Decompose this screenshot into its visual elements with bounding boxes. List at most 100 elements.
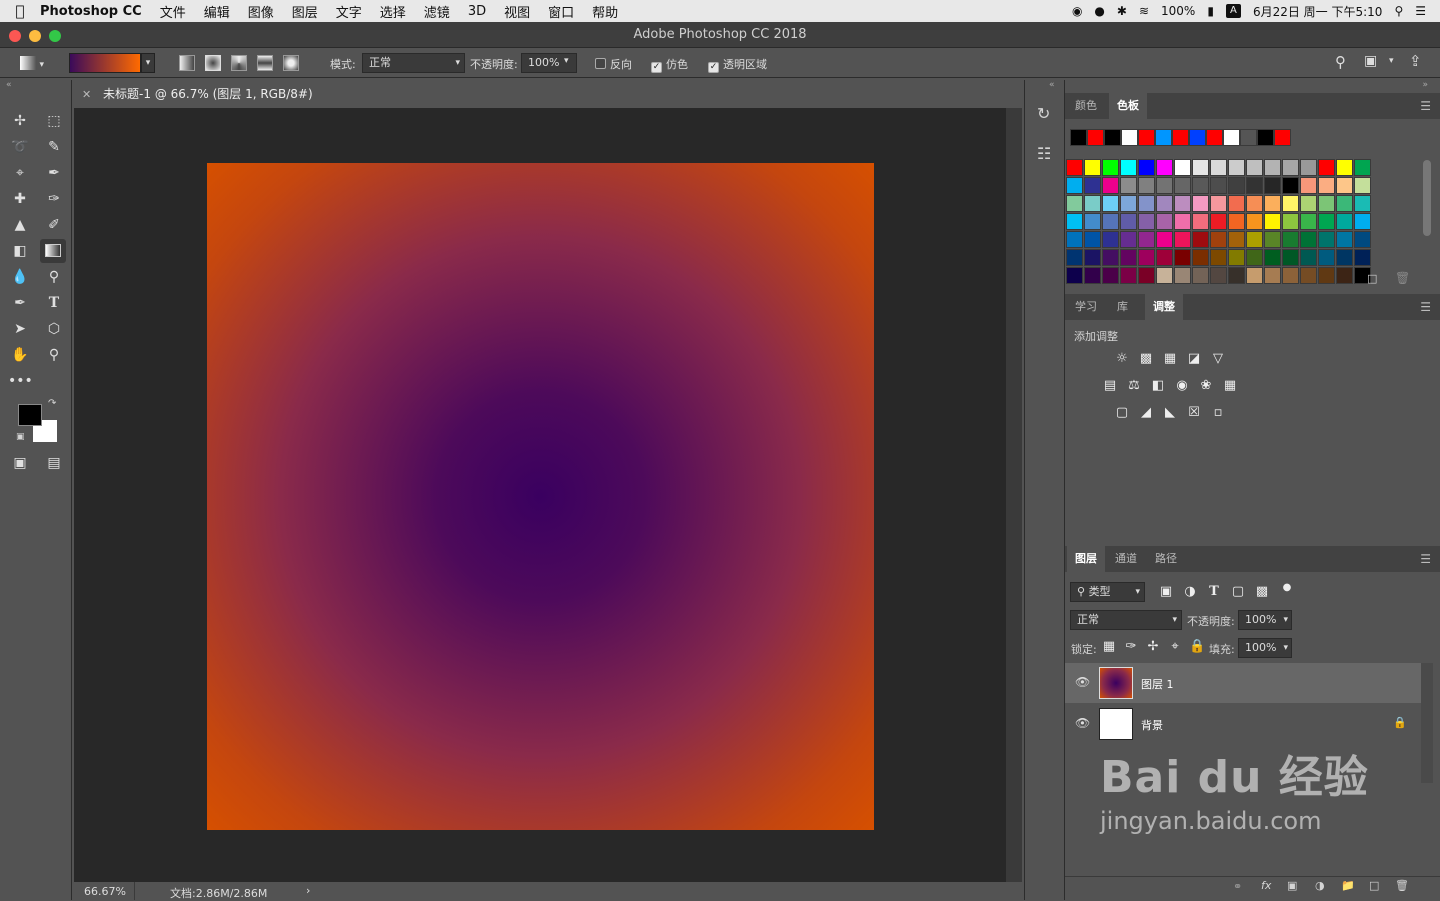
tab-learn[interactable]: 学习 (1067, 294, 1105, 320)
swatch[interactable] (1102, 177, 1119, 194)
swatch[interactable] (1282, 177, 1299, 194)
swatch[interactable] (1228, 213, 1245, 230)
tab-libraries[interactable]: 库 (1109, 294, 1136, 320)
lock-all-icon[interactable]: 🔒 (1189, 639, 1205, 655)
transparency-checkbox[interactable]: ✓ 透明区域 (708, 56, 767, 76)
swatch[interactable] (1264, 159, 1281, 176)
color-lookup-icon[interactable]: ▦ (1222, 378, 1238, 394)
recent-swatch[interactable] (1172, 129, 1189, 146)
recent-swatch[interactable] (1070, 129, 1087, 146)
panel-menu-icon[interactable]: ☰ (1420, 99, 1431, 113)
layer-row-background[interactable]: 👁 背景 🔒 (1065, 704, 1421, 744)
swatch[interactable] (1300, 267, 1317, 284)
diamond-gradient-button[interactable] (283, 55, 299, 71)
swatch[interactable] (1192, 231, 1209, 248)
exposure-icon[interactable]: ◪ (1186, 351, 1202, 367)
creative-cloud-icon[interactable]: ◉ (1072, 4, 1082, 18)
swatch[interactable] (1084, 267, 1101, 284)
swatch[interactable] (1156, 177, 1173, 194)
reflected-gradient-button[interactable] (257, 55, 273, 71)
swatch[interactable] (1264, 249, 1281, 266)
lock-image-pixels-icon[interactable]: ✑ (1123, 639, 1139, 655)
recent-swatch[interactable] (1257, 129, 1274, 146)
search-icon[interactable]: ⚲ (1335, 53, 1346, 73)
swatch[interactable] (1138, 267, 1155, 284)
swatch[interactable] (1246, 213, 1263, 230)
swatch[interactable] (1246, 177, 1263, 194)
tab-channels[interactable]: 通道 (1107, 546, 1145, 572)
foreground-color-swatch[interactable] (18, 404, 42, 426)
swatch[interactable] (1210, 177, 1227, 194)
swatch[interactable] (1228, 249, 1245, 266)
swatch[interactable] (1174, 159, 1191, 176)
swatch[interactable] (1174, 177, 1191, 194)
swatch[interactable] (1282, 159, 1299, 176)
opacity-dropdown-icon[interactable]: ▾ (564, 56, 569, 76)
posterize-icon[interactable]: ◢ (1138, 405, 1154, 421)
layer-opacity-input[interactable]: 100% ▾ (1238, 610, 1292, 630)
swatch[interactable] (1102, 159, 1119, 176)
swatch[interactable] (1210, 231, 1227, 248)
menu-file[interactable]: 文件 (160, 2, 186, 21)
menubar-clock[interactable]: 6月22日 周一 下午5:10 (1253, 3, 1382, 20)
swatch[interactable] (1174, 267, 1191, 284)
swatch[interactable] (1354, 231, 1371, 248)
swatch[interactable] (1084, 249, 1101, 266)
eyedropper-tool-icon[interactable]: ✒ (42, 162, 66, 184)
pen-tool-icon[interactable]: ✒ (8, 292, 32, 314)
swatch[interactable] (1336, 249, 1353, 266)
collapse-icon[interactable]: « (6, 80, 12, 90)
swatch[interactable] (1264, 195, 1281, 212)
swatch[interactable] (1318, 195, 1335, 212)
brush-tool-icon[interactable]: ✑ (42, 188, 66, 210)
recent-swatch[interactable] (1206, 129, 1223, 146)
swatch[interactable] (1138, 231, 1155, 248)
levels-icon[interactable]: ▩ (1138, 351, 1154, 367)
swatch[interactable] (1102, 195, 1119, 212)
swatch[interactable] (1228, 177, 1245, 194)
lasso-tool-icon[interactable]: ➰ (8, 136, 32, 158)
crop-tool-icon[interactable]: ⌖ (8, 162, 32, 184)
menu-image[interactable]: 图像 (248, 2, 274, 21)
apple-icon[interactable]:  (0, 2, 40, 20)
angle-gradient-button[interactable] (231, 55, 247, 71)
swatch[interactable] (1102, 249, 1119, 266)
quick-mask-icon[interactable]: ▣ (8, 452, 32, 474)
swatch[interactable] (1246, 159, 1263, 176)
swatch[interactable] (1336, 195, 1353, 212)
swatch[interactable] (1066, 231, 1083, 248)
swatch[interactable] (1156, 231, 1173, 248)
swatch[interactable] (1300, 159, 1317, 176)
swatch[interactable] (1156, 267, 1173, 284)
swatch[interactable] (1318, 159, 1335, 176)
tab-layers[interactable]: 图层 (1067, 546, 1105, 572)
recent-swatch[interactable] (1223, 129, 1240, 146)
menu-view[interactable]: 视图 (504, 2, 530, 21)
wifi-icon[interactable]: ≋ (1139, 4, 1149, 18)
zoom-tool-icon[interactable]: ⚲ (42, 344, 66, 366)
new-layer-icon[interactable]: □ (1369, 879, 1379, 892)
swatch[interactable] (1120, 249, 1137, 266)
close-window-button[interactable] (9, 30, 21, 42)
swatch[interactable] (1264, 231, 1281, 248)
swatch[interactable] (1246, 267, 1263, 284)
recent-swatch[interactable] (1240, 129, 1257, 146)
new-adjustment-layer-icon[interactable]: ◑ (1315, 879, 1325, 892)
shape-tool-icon[interactable]: ⬡ (42, 318, 66, 340)
swatch[interactable] (1174, 231, 1191, 248)
filter-toggle-icon[interactable]: ● (1279, 580, 1295, 596)
swatch[interactable] (1318, 249, 1335, 266)
gradient-picker-dropdown[interactable]: ▾ (141, 53, 155, 73)
swatch[interactable] (1282, 213, 1299, 230)
layer-filter-kind-select[interactable]: ⚲ 类型 ▾ (1070, 582, 1145, 602)
swatch[interactable] (1066, 159, 1083, 176)
swatch[interactable] (1066, 177, 1083, 194)
swatch[interactable] (1354, 213, 1371, 230)
qq-icon[interactable]: ● (1094, 4, 1104, 18)
chevron-down-icon[interactable]: ▾ (1389, 56, 1394, 76)
menu-help[interactable]: 帮助 (592, 2, 618, 21)
swatch[interactable] (1066, 249, 1083, 266)
quick-selection-tool-icon[interactable]: ✎ (42, 136, 66, 158)
menu-type[interactable]: 文字 (336, 2, 362, 21)
bluetooth-icon[interactable]: ✱ (1117, 4, 1127, 18)
